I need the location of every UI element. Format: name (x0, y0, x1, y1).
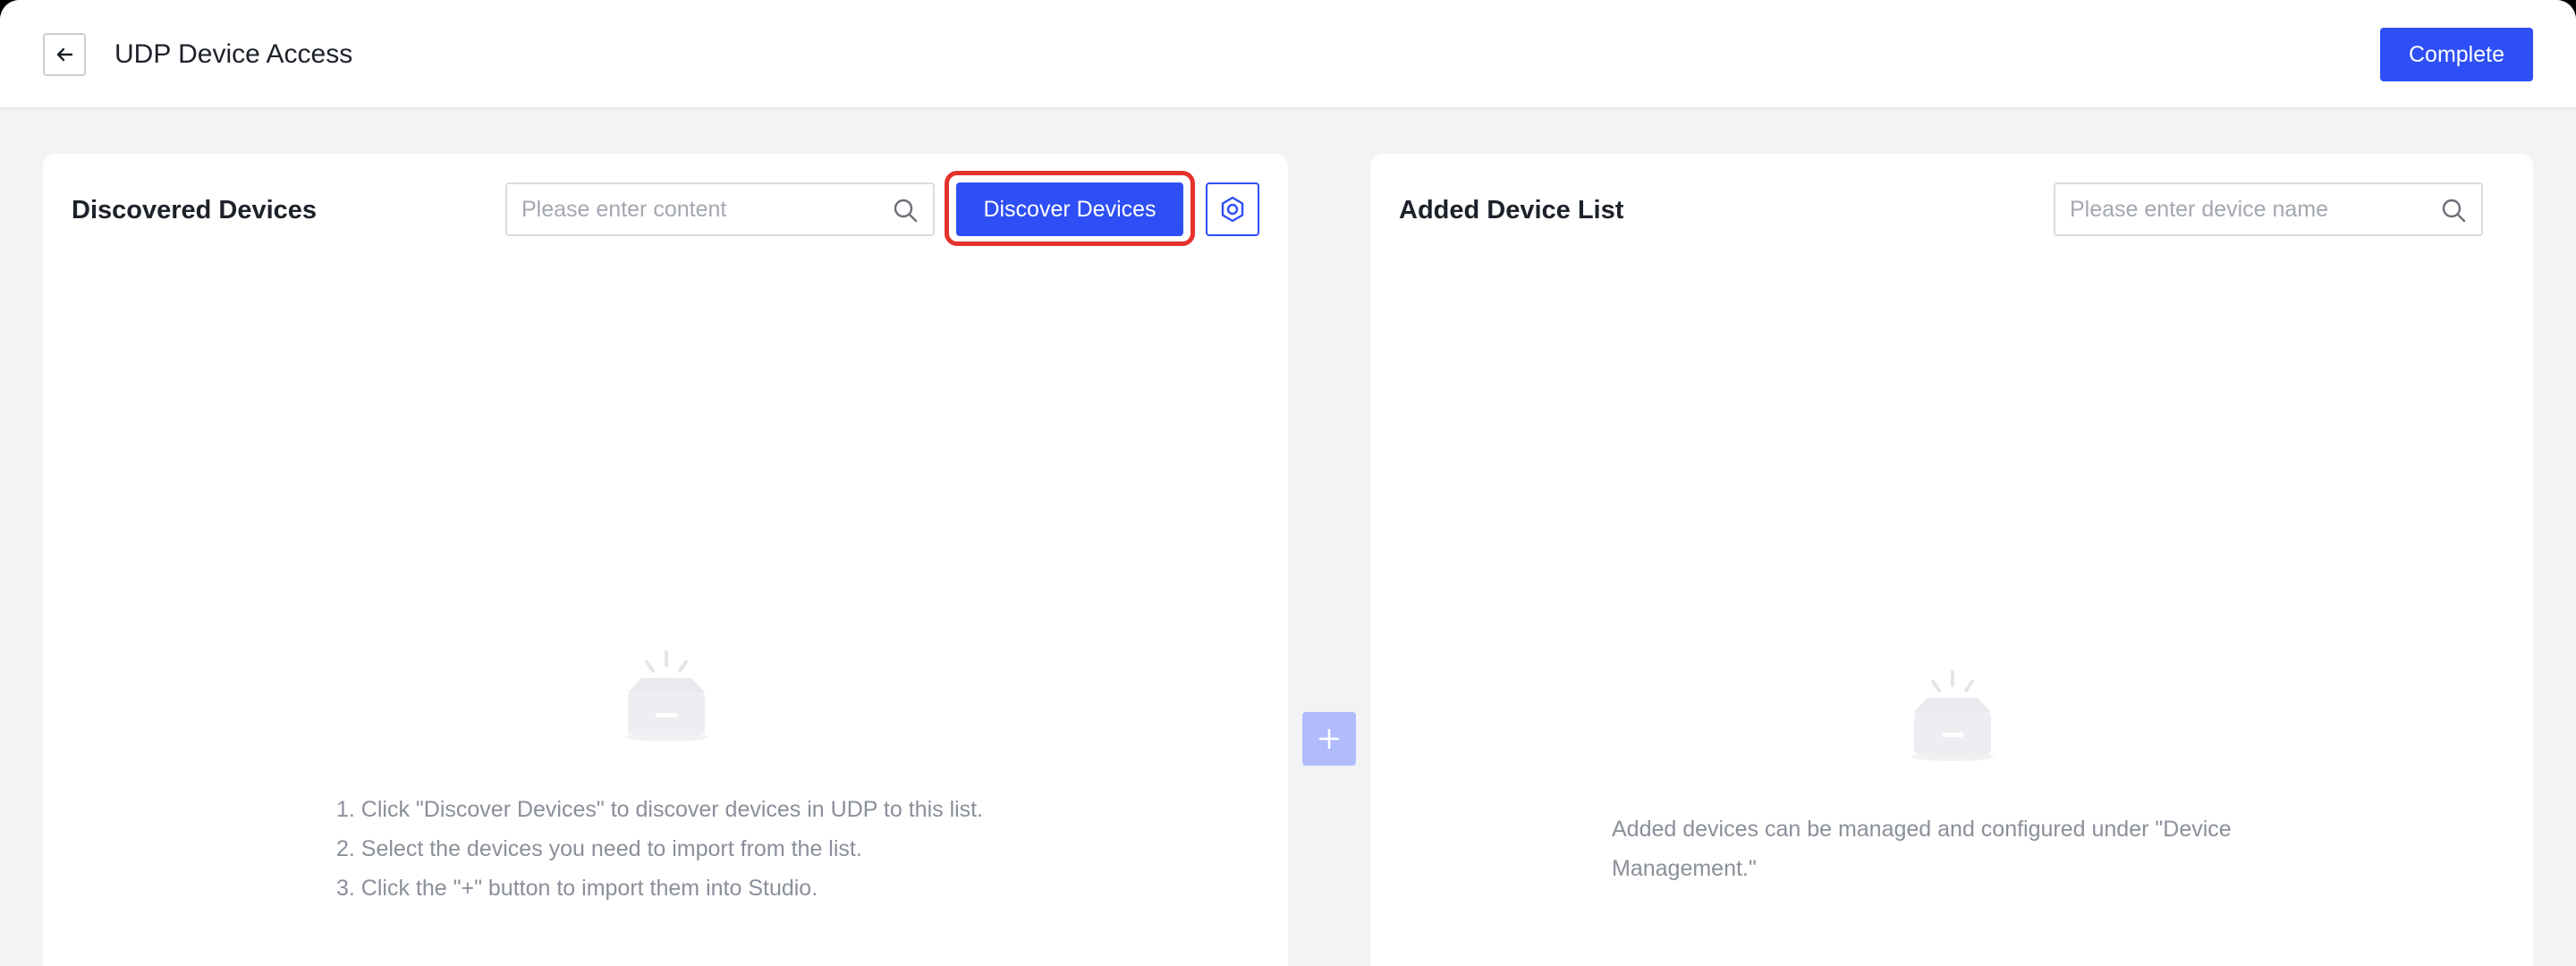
discovered-devices-title: Discovered Devices (72, 196, 318, 225)
added-empty-line-1: Added devices can be managed and configu… (1612, 817, 2232, 842)
discovered-search-input[interactable] (521, 184, 879, 234)
app-window: UDP Device Access Complete Discovered De… (0, 0, 2576, 966)
discovered-search-field[interactable] (505, 182, 935, 236)
discover-devices-button[interactable]: Discover Devices (956, 182, 1183, 236)
empty-box-icon (1911, 670, 1994, 761)
hint-line-3: 3. Click the "+" button to import them i… (336, 876, 818, 901)
added-search-field[interactable] (2054, 182, 2483, 236)
hint-line-1: 1. Click "Discover Devices" to discover … (336, 797, 984, 822)
hint-line-2: 2. Select the devices you need to import… (336, 836, 862, 861)
add-to-list-button[interactable] (1302, 712, 1356, 766)
settings-hexagon-icon (1221, 196, 1244, 223)
added-search-input[interactable] (2070, 184, 2428, 234)
discovery-settings-button[interactable] (1206, 182, 1259, 236)
search-icon[interactable] (892, 197, 919, 224)
added-empty-line-2: Management." (1612, 856, 1757, 881)
plus-icon (1318, 728, 1340, 750)
arrow-left-icon (56, 47, 73, 62)
page-title: UDP Device Access (114, 39, 353, 69)
added-device-list-title: Added Device List (1399, 196, 1624, 225)
search-icon[interactable] (2440, 197, 2467, 224)
back-button[interactable] (43, 33, 86, 76)
top-bar: UDP Device Access Complete (0, 0, 2576, 109)
empty-box-icon (625, 650, 708, 741)
complete-button[interactable]: Complete (2380, 28, 2533, 81)
